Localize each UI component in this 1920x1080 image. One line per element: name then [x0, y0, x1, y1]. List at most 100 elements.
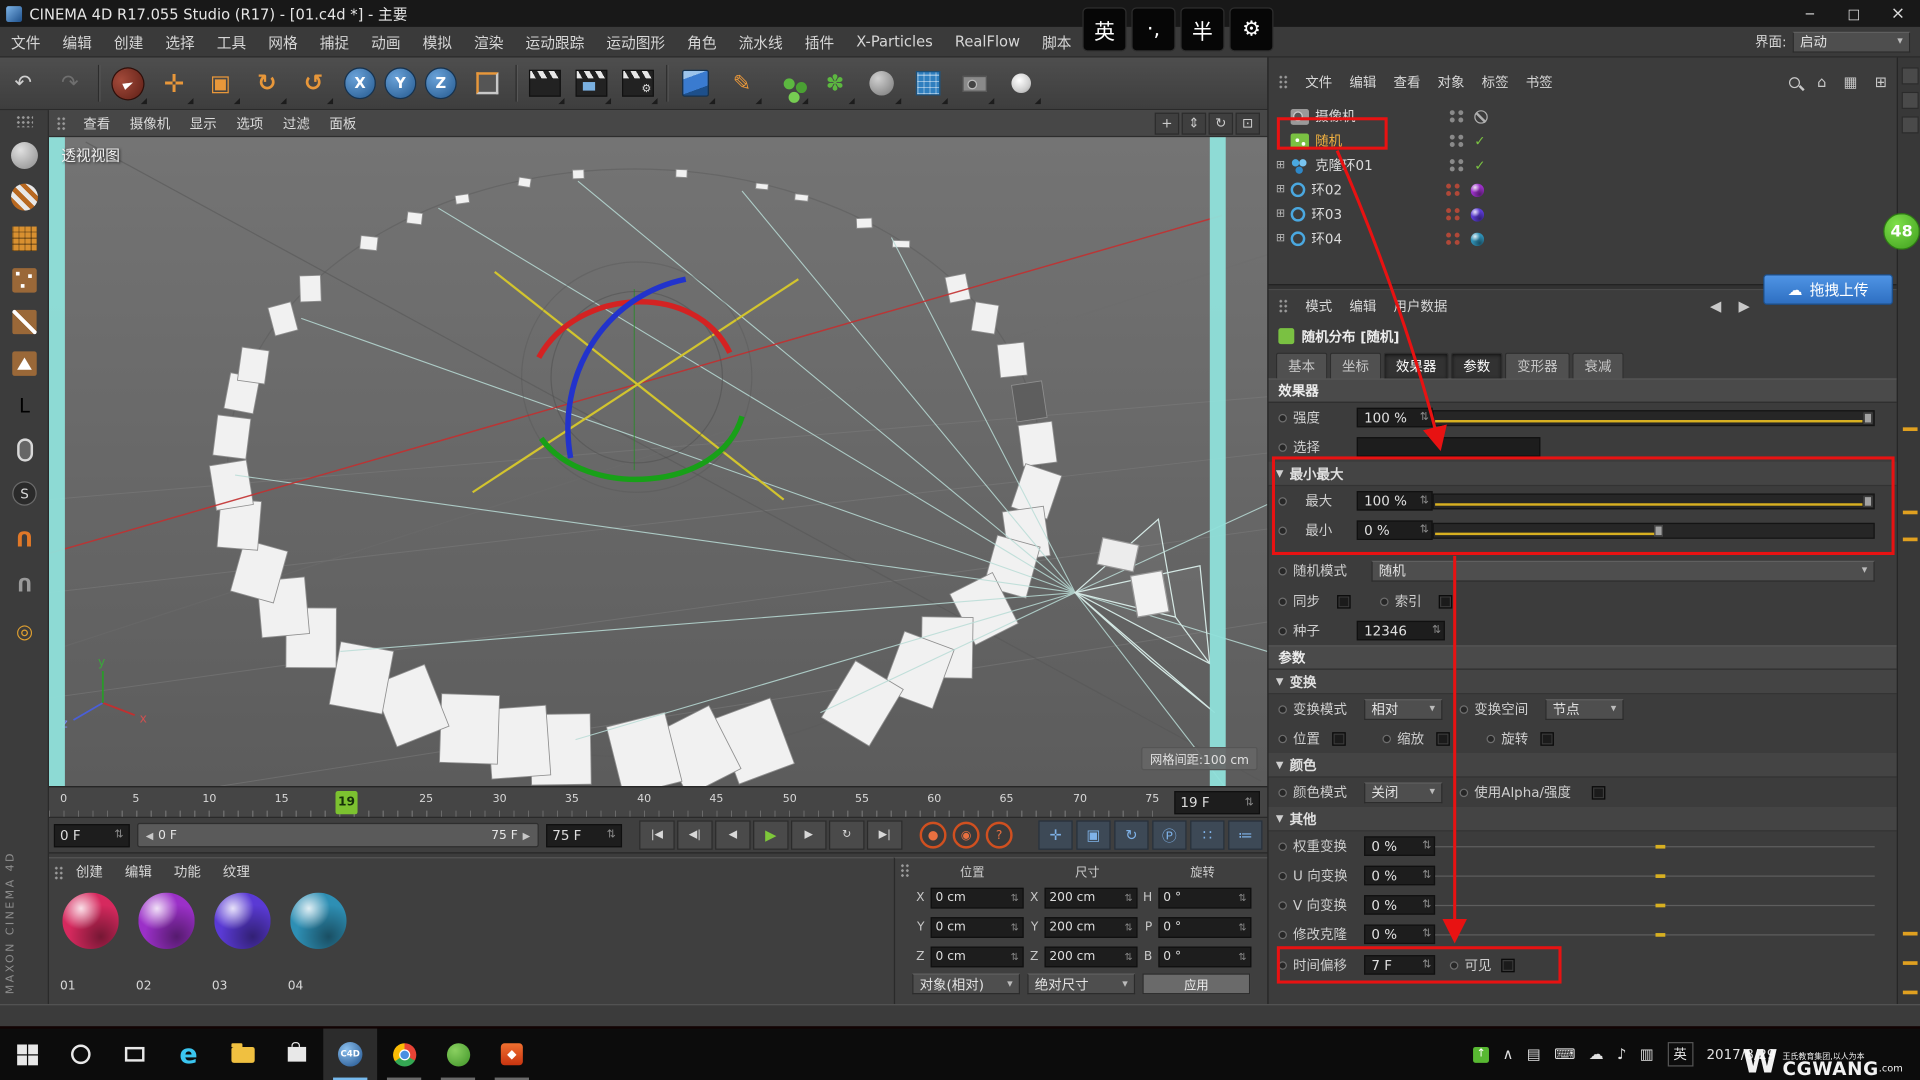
object-manager-menu-item[interactable]: 文件	[1305, 72, 1332, 92]
param-dot[interactable]	[1278, 443, 1287, 452]
param-dot[interactable]	[1278, 705, 1287, 714]
range-end-field[interactable]: 75 F	[546, 823, 622, 846]
expander-icon[interactable]: ⊞	[1276, 159, 1291, 171]
ime-width-button[interactable]: 半	[1180, 7, 1224, 51]
min-field[interactable]: 0 %	[1357, 520, 1433, 540]
timeline-ruler[interactable]: 0510152530354045505560657075 19 19 F	[49, 786, 1267, 818]
param-dot[interactable]	[1278, 413, 1287, 422]
tray-cloud-icon[interactable]: ☁	[1589, 1046, 1604, 1063]
menu-item[interactable]: 动画	[360, 27, 411, 56]
visibility-dots[interactable]	[1450, 135, 1465, 147]
viewport-menu-item[interactable]: 过滤	[273, 113, 320, 133]
palette-icon[interactable]	[1902, 92, 1919, 109]
scale-checkbox[interactable]	[1436, 732, 1449, 745]
param-dot[interactable]	[1278, 871, 1287, 880]
expander-icon[interactable]: ⊞	[1276, 208, 1291, 220]
rotate-tool[interactable]: ↻	[245, 60, 289, 107]
menu-item[interactable]: 流水线	[728, 27, 794, 56]
material-thumbnail[interactable]: 01	[56, 888, 127, 998]
attribute-tab[interactable]: 坐标	[1330, 352, 1381, 378]
enabled-check-icon[interactable]: ✓	[1474, 133, 1485, 149]
menu-item[interactable]: RealFlow	[944, 27, 1031, 56]
transport-button[interactable]: ▶|	[867, 820, 903, 849]
start-button[interactable]	[0, 1029, 54, 1080]
material-sphere[interactable]	[138, 893, 194, 949]
modify-clone-slider[interactable]	[1435, 928, 1875, 941]
lock-z-axis-button[interactable]: Z	[419, 60, 463, 107]
mograph-menu-button[interactable]	[767, 60, 811, 107]
points-mode-button[interactable]	[0, 262, 49, 299]
time-offset-field[interactable]: 7 F	[1364, 955, 1435, 975]
visibility-dots[interactable]	[1450, 110, 1465, 122]
modify-clone-field[interactable]: 0 %	[1364, 924, 1435, 944]
search-icon[interactable]	[1789, 77, 1800, 88]
u-slider[interactable]	[1435, 869, 1875, 882]
attribute-tab[interactable]: 基本	[1276, 352, 1327, 378]
title-bar[interactable]: CINEMA 4D R17.055 Studio (R17) - [01.c4d…	[0, 0, 1920, 27]
material-menu-grip[interactable]	[54, 866, 64, 881]
move-tool[interactable]: ✛	[152, 60, 196, 107]
viewport-nav-icon[interactable]: ↻	[1209, 112, 1233, 134]
keyframe-record-button[interactable]: ◉	[953, 822, 980, 849]
attribute-menu-item[interactable]: 编辑	[1349, 296, 1376, 316]
material-menu-item[interactable]: 编辑	[125, 862, 152, 882]
keying-toggle-button[interactable]: Ⓟ	[1152, 820, 1186, 849]
viewport-nav-icon[interactable]: ⇕	[1182, 112, 1206, 134]
viewport-solo-button[interactable]	[0, 431, 49, 468]
minmax-header[interactable]: ▼最小最大	[1269, 462, 1897, 486]
transform-header[interactable]: ▼变换	[1269, 670, 1897, 694]
tray-network-icon[interactable]: ▥	[1640, 1046, 1654, 1063]
param-dot[interactable]	[1278, 526, 1287, 535]
transport-button[interactable]: |◀	[639, 820, 675, 849]
view-label[interactable]: 透视视图	[61, 144, 120, 165]
menu-item[interactable]: 运动图形	[595, 27, 676, 56]
attribute-tab[interactable]: 衰减	[1572, 352, 1623, 378]
current-frame-marker[interactable]: 19	[336, 791, 358, 814]
menu-item[interactable]: 插件	[794, 27, 845, 56]
undo-button[interactable]: ↶	[1, 60, 45, 107]
coords-rotation-field[interactable]: 0 °	[1158, 946, 1251, 967]
transport-button[interactable]: ↻	[829, 820, 865, 849]
weight-slider[interactable]	[1435, 839, 1875, 852]
object-manager-grip[interactable]	[1278, 75, 1288, 90]
coords-size-field[interactable]: 200 cm	[1044, 946, 1137, 967]
index-checkbox[interactable]	[1439, 594, 1452, 607]
rotation-checkbox[interactable]	[1540, 732, 1553, 745]
edge-icon[interactable]: e	[162, 1029, 216, 1080]
enable-axis-button[interactable]: L	[0, 387, 49, 424]
tray-keyboard-icon[interactable]: ⌨	[1554, 1046, 1575, 1063]
visibility-dots[interactable]	[1450, 159, 1465, 171]
keying-toggle-button[interactable]: ∷	[1190, 820, 1224, 849]
object-label[interactable]: 随机	[1315, 131, 1450, 151]
expander-icon[interactable]: ⊞	[1276, 184, 1291, 196]
menu-item[interactable]: 捕捉	[309, 27, 360, 56]
render-view-button[interactable]	[523, 60, 567, 107]
material-sphere[interactable]	[214, 893, 270, 949]
strength-slider[interactable]	[1433, 410, 1875, 426]
object-row-ring03[interactable]: ⊞ 环03	[1269, 202, 1897, 226]
viewport-menu-item[interactable]: 显示	[180, 113, 227, 133]
param-dot[interactable]	[1460, 788, 1469, 797]
param-dot[interactable]	[1278, 597, 1287, 606]
color-mode-dropdown[interactable]: 关闭	[1364, 782, 1442, 803]
other-header[interactable]: ▼其他	[1269, 807, 1897, 831]
camera-menu-button[interactable]	[953, 60, 997, 107]
attribute-menu-item[interactable]: 用户数据	[1393, 296, 1447, 316]
redo-button[interactable]: ↷	[48, 60, 92, 107]
add-cube-primitive-button[interactable]	[673, 60, 717, 107]
object-manager-menu-item[interactable]: 书签	[1526, 72, 1553, 92]
maximize-button[interactable]: □	[1832, 0, 1876, 27]
coords-position-field[interactable]: 0 cm	[931, 887, 1024, 908]
param-dot[interactable]	[1278, 788, 1287, 797]
keying-toggle-button[interactable]: ▣	[1076, 820, 1110, 849]
task-view-button[interactable]	[108, 1029, 162, 1080]
material-label[interactable]: 02	[136, 980, 152, 993]
material-thumbnail[interactable]: 04	[284, 888, 355, 998]
visibility-dots[interactable]	[1446, 184, 1461, 196]
visible-checkbox[interactable]	[1501, 958, 1514, 971]
apply-button[interactable]: 应用	[1142, 973, 1250, 994]
coords-rotation-field[interactable]: 0 °	[1158, 917, 1251, 938]
material-menu-item[interactable]: 功能	[174, 862, 201, 882]
hidden-icons-chevron[interactable]: ∧	[1503, 1046, 1514, 1063]
menu-item[interactable]: 选择	[154, 27, 205, 56]
